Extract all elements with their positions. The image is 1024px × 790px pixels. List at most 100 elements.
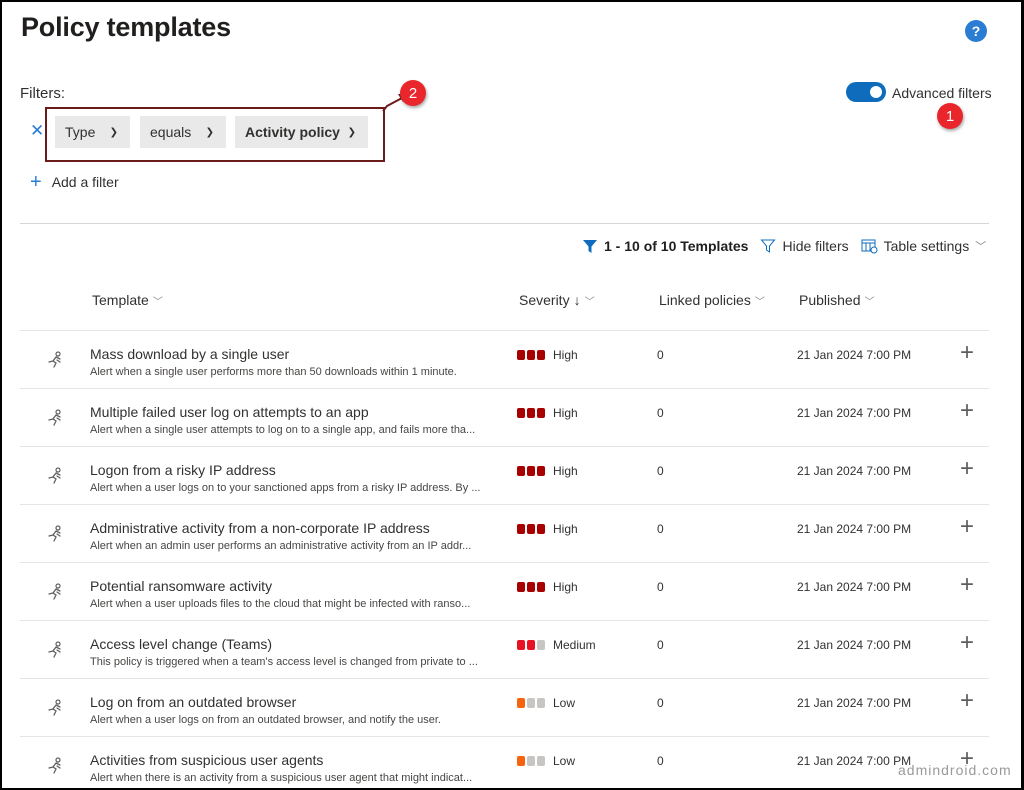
published-date: 21 Jan 2024 7:00 PM [797, 638, 912, 652]
template-title[interactable]: Administrative activity from a non-corpo… [90, 520, 430, 536]
severity-label: High [553, 522, 578, 536]
add-policy-icon[interactable]: + [960, 457, 974, 481]
add-policy-icon[interactable]: + [960, 341, 974, 365]
activity-policy-icon [48, 467, 61, 484]
column-header-published[interactable]: Published ﹀ [799, 292, 875, 308]
table-settings-label: Table settings [883, 238, 970, 254]
activity-policy-icon [48, 641, 61, 658]
question-circle-icon: ? [971, 23, 981, 39]
filter-operator-dropdown[interactable]: equals ❯ [140, 116, 226, 148]
add-policy-icon[interactable]: + [960, 515, 974, 539]
table-row[interactable]: Log on from an outdated browser Alert wh… [20, 678, 989, 736]
annotation-badge-1: 1 [937, 103, 963, 129]
severity-indicator: Medium [517, 638, 596, 652]
published-date: 21 Jan 2024 7:00 PM [797, 696, 912, 710]
template-title[interactable]: Activities from suspicious user agents [90, 752, 323, 768]
chevron-down-icon: ❯ [109, 126, 118, 138]
severity-bars [517, 640, 545, 650]
template-description: Alert when a single user attempts to log… [90, 424, 476, 436]
published-date: 21 Jan 2024 7:00 PM [797, 580, 912, 594]
table-row[interactable]: Administrative activity from a non-corpo… [20, 504, 989, 562]
template-title[interactable]: Multiple failed user log on attempts to … [90, 404, 369, 420]
chevron-down-icon: ❯ [347, 126, 356, 138]
template-title[interactable]: Mass download by a single user [90, 346, 289, 362]
sort-descending-icon: ↓ [573, 292, 581, 308]
filter-field-dropdown[interactable]: Type ❯ [55, 116, 130, 148]
chevron-down-icon: ﹀ [975, 241, 987, 253]
severity-bar [537, 524, 545, 534]
activity-policy-icon [48, 699, 61, 716]
severity-label: High [553, 580, 578, 594]
result-count-label: 1 - 10 of 10 Templates [604, 238, 749, 254]
template-title[interactable]: Log on from an outdated browser [90, 694, 296, 710]
severity-label: Medium [553, 638, 596, 652]
template-description: Alert when a user uploads files to the c… [90, 598, 471, 610]
column-header-label: Template [92, 292, 149, 308]
severity-bars [517, 698, 545, 708]
table-row[interactable]: Activities from suspicious user agents A… [20, 736, 989, 788]
page-title: Policy templates [21, 12, 231, 42]
severity-bar [527, 640, 535, 650]
template-description: Alert when a user logs on to your sancti… [90, 482, 481, 494]
template-title[interactable]: Logon from a risky IP address [90, 462, 276, 478]
chevron-down-icon: ﹀ [754, 296, 765, 308]
severity-bars [517, 466, 545, 476]
advanced-filters-label: Advanced filters [892, 85, 992, 101]
linked-policies-count: 0 [657, 638, 664, 652]
table-row[interactable]: Potential ransomware activity Alert when… [20, 562, 989, 620]
published-date: 21 Jan 2024 7:00 PM [797, 464, 912, 478]
linked-policies-count: 0 [657, 348, 664, 362]
advanced-filters-toggle[interactable] [846, 82, 886, 102]
table-row[interactable]: Mass download by a single user Alert whe… [20, 330, 989, 388]
annotation-badge-2: 2 [400, 80, 426, 106]
add-policy-icon[interactable]: + [960, 399, 974, 423]
linked-policies-count: 0 [657, 580, 664, 594]
template-title[interactable]: Access level change (Teams) [90, 636, 272, 652]
severity-label: Low [553, 696, 576, 710]
template-description: Alert when there is an activity from a s… [90, 772, 473, 784]
severity-bars [517, 408, 545, 418]
table-settings-button[interactable]: Table settings ﹀ [861, 238, 987, 254]
chevron-down-icon: ﹀ [152, 296, 163, 308]
table-toolbar: 1 - 10 of 10 Templates Hide filters Tabl… [582, 238, 998, 254]
filter-value-dropdown[interactable]: Activity policy ❯ [235, 116, 368, 148]
filter-value: Activity policy [245, 124, 340, 140]
table-row[interactable]: Multiple failed user log on attempts to … [20, 388, 989, 446]
table-row[interactable]: Access level change (Teams) This policy … [20, 620, 989, 678]
remove-filter-icon[interactable]: ✕ [30, 122, 44, 139]
table-row[interactable]: Logon from a risky IP address Alert when… [20, 446, 989, 504]
severity-bar [517, 582, 525, 592]
hide-filters-button[interactable]: Hide filters [760, 238, 849, 254]
published-date: 21 Jan 2024 7:00 PM [797, 406, 912, 420]
severity-bar [537, 582, 545, 592]
column-header-template[interactable]: Template ﹀ [92, 292, 163, 308]
published-date: 21 Jan 2024 7:00 PM [797, 522, 912, 536]
add-policy-icon[interactable]: + [960, 689, 974, 713]
add-filter-button[interactable]: + Add a filter [30, 172, 119, 192]
severity-bars [517, 524, 545, 534]
severity-bar [517, 640, 525, 650]
help-button[interactable]: ? [965, 20, 987, 42]
filter-field-value: Type [65, 124, 96, 140]
filter-outline-icon [760, 239, 777, 253]
severity-indicator: High [517, 580, 578, 594]
toggle-knob [870, 86, 882, 98]
chevron-down-icon: ﹀ [864, 296, 875, 308]
watermark: admindroid.com [898, 762, 1012, 778]
column-header-linked-policies[interactable]: Linked policies ﹀ [659, 292, 765, 308]
activity-policy-icon [48, 525, 61, 542]
severity-label: High [553, 464, 578, 478]
template-title[interactable]: Potential ransomware activity [90, 578, 272, 594]
add-policy-icon[interactable]: + [960, 631, 974, 655]
severity-bar [517, 408, 525, 418]
filters-label: Filters: [20, 85, 65, 102]
column-header-label: Linked policies [659, 292, 751, 308]
severity-bars [517, 350, 545, 360]
activity-policy-icon [48, 351, 61, 368]
column-header-severity[interactable]: Severity ↓ ﹀ [519, 292, 595, 308]
severity-bar [517, 350, 525, 360]
severity-bar [527, 698, 535, 708]
linked-policies-count: 0 [657, 754, 664, 768]
add-policy-icon[interactable]: + [960, 573, 974, 597]
section-divider [20, 223, 989, 224]
